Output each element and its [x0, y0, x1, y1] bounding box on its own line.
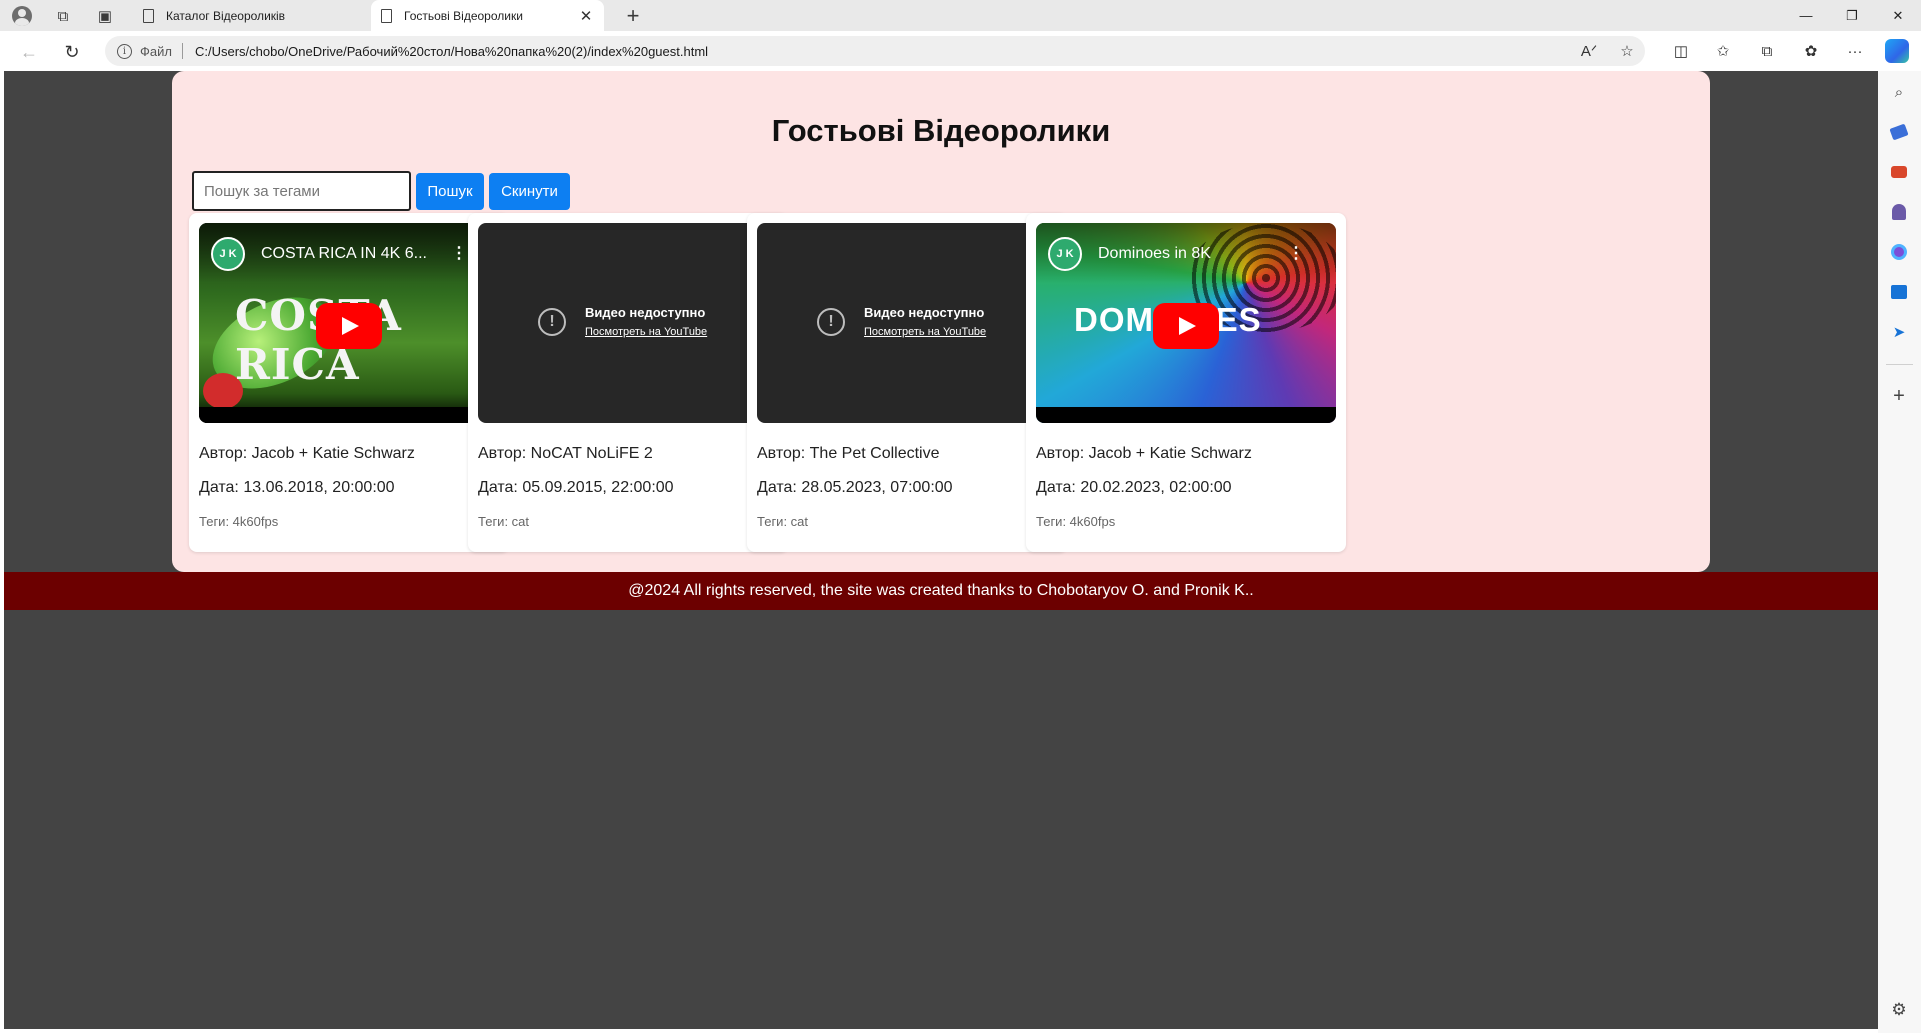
- unavailable-message: Видео недоступно: [585, 305, 706, 320]
- warning-icon: !: [538, 308, 566, 336]
- close-tab-icon[interactable]: ✕: [578, 7, 594, 25]
- info-icon[interactable]: i: [117, 43, 132, 59]
- tools-icon[interactable]: [1888, 161, 1910, 183]
- channel-avatar[interactable]: J K: [211, 237, 245, 271]
- url-text[interactable]: C:/Users/chobo/OneDrive/Рабочий%20стол/Н…: [195, 44, 708, 59]
- video-author: Автор: The Pet Collective: [757, 445, 940, 462]
- video-embed[interactable]: COSTA RICA J K COSTA RICA IN 4K 6... ⋮: [199, 223, 499, 423]
- tab-guest-videos[interactable]: Гостьові Відеоролики ✕: [371, 0, 604, 31]
- video-card: ! Видео недоступно Посмотреть на YouTube…: [468, 213, 788, 552]
- address-bar[interactable]: i Файл C:/Users/chobo/OneDrive/Рабочий%2…: [105, 36, 1645, 66]
- video-date: Дата: 28.05.2023, 07:00:00: [757, 479, 953, 496]
- video-embed[interactable]: ! Видео недоступно Посмотреть на YouTube: [478, 223, 778, 423]
- video-tags: Теги: cat: [757, 514, 809, 529]
- page-icon: [381, 8, 392, 23]
- page-footer: @2024 All rights reserved, the site was …: [4, 572, 1878, 610]
- more-vert-icon[interactable]: ⋮: [1288, 243, 1304, 263]
- video-tags: Теги: 4k60fps: [199, 514, 279, 529]
- divider: [181, 43, 183, 59]
- page-viewport: Гостьові Відеоролики Пошук Скинути COSTA…: [4, 71, 1878, 1029]
- watch-on-youtube-link[interactable]: Посмотреть на YouTube: [864, 326, 986, 338]
- search-button[interactable]: Пошук: [416, 173, 484, 210]
- video-date: Дата: 05.09.2015, 22:00:00: [478, 479, 674, 496]
- toolbar: ← ↻ i Файл C:/Users/chobo/OneDrive/Рабоч…: [0, 31, 1921, 71]
- new-tab-icon[interactable]: +: [621, 3, 645, 28]
- video-tags: Теги: 4k60fps: [1036, 514, 1116, 529]
- video-embed[interactable]: DOMINOES J K Dominoes in 8K ⋮: [1036, 223, 1336, 423]
- unavailable-message: Видео недоступно: [864, 305, 985, 320]
- video-card: ! Видео недоступно Посмотреть на YouTube…: [747, 213, 1067, 552]
- drop-icon[interactable]: ➤: [1888, 321, 1910, 343]
- workspaces-icon[interactable]: ⧉: [51, 4, 75, 28]
- restore-icon[interactable]: ❐: [1829, 0, 1875, 31]
- outlook-icon[interactable]: [1888, 281, 1910, 303]
- collections-icon[interactable]: ⧉: [1755, 39, 1779, 63]
- video-card: DOMINOES J K Dominoes in 8K ⋮ Автор: Jac…: [1026, 213, 1346, 552]
- reset-button[interactable]: Скинути: [489, 173, 570, 210]
- main-container: Гостьові Відеоролики Пошук Скинути COSTA…: [172, 71, 1710, 572]
- video-author: Автор: NoCAT NoLiFE 2: [478, 445, 653, 462]
- close-window-icon[interactable]: ✕: [1875, 0, 1921, 31]
- profile-icon[interactable]: [10, 4, 34, 28]
- search-icon[interactable]: ⌕: [1888, 81, 1910, 103]
- video-tags: Теги: cat: [478, 514, 530, 529]
- split-screen-icon[interactable]: ◫: [1669, 39, 1693, 63]
- play-button-icon[interactable]: [316, 303, 382, 349]
- more-menu-icon[interactable]: ···: [1843, 39, 1867, 63]
- tab-catalog[interactable]: Каталог Відеороликів: [133, 0, 366, 31]
- add-favorite-icon[interactable]: ☆: [1615, 39, 1639, 63]
- games-icon[interactable]: [1888, 201, 1910, 223]
- video-card: COSTA RICA J K COSTA RICA IN 4K 6... ⋮ А…: [189, 213, 509, 552]
- play-button-icon[interactable]: [1153, 303, 1219, 349]
- sidebar-settings-icon[interactable]: ⚙: [1888, 999, 1910, 1021]
- warning-icon: !: [817, 308, 845, 336]
- shopping-icon[interactable]: [1888, 121, 1910, 143]
- tab-strip: ⧉ ▣ Каталог Відеороликів Гостьові Відеор…: [0, 0, 1921, 31]
- video-title[interactable]: Dominoes in 8K: [1098, 245, 1211, 263]
- tab-title: Гостьові Відеоролики: [404, 8, 523, 23]
- back-icon[interactable]: ←: [16, 39, 42, 65]
- tag-search-input[interactable]: [192, 171, 411, 211]
- page-title: Гостьові Відеоролики: [771, 113, 1111, 148]
- copilot-icon[interactable]: [1885, 39, 1909, 63]
- tab-actions-icon[interactable]: ▣: [93, 4, 117, 28]
- favorites-icon[interactable]: ✩: [1711, 39, 1735, 63]
- reload-icon[interactable]: ↻: [59, 39, 85, 65]
- add-sidebar-app-icon[interactable]: +: [1888, 385, 1910, 407]
- video-embed[interactable]: ! Видео недоступно Посмотреть на YouTube: [757, 223, 1057, 423]
- channel-avatar[interactable]: J K: [1048, 237, 1082, 271]
- video-date: Дата: 20.02.2023, 02:00:00: [1036, 479, 1232, 496]
- tab-title: Каталог Відеороликів: [166, 8, 286, 23]
- video-author: Автор: Jacob + Katie Schwarz: [1036, 445, 1252, 462]
- more-vert-icon[interactable]: ⋮: [451, 243, 467, 263]
- page-icon: [143, 8, 154, 23]
- video-author: Автор: Jacob + Katie Schwarz: [199, 445, 415, 462]
- minimize-icon[interactable]: —: [1783, 0, 1829, 31]
- browser-sidebar: ⌕ ➤ + ⚙: [1878, 71, 1921, 1033]
- divider: [1886, 364, 1913, 365]
- video-title[interactable]: COSTA RICA IN 4K 6...: [261, 245, 427, 263]
- video-date: Дата: 13.06.2018, 20:00:00: [199, 479, 395, 496]
- read-aloud-icon[interactable]: Aᐟ: [1577, 39, 1601, 63]
- microsoft-365-icon[interactable]: [1888, 241, 1910, 263]
- extensions-icon[interactable]: ✿: [1799, 39, 1823, 63]
- watch-on-youtube-link[interactable]: Посмотреть на YouTube: [585, 326, 707, 338]
- scheme-label: Файл: [140, 43, 172, 59]
